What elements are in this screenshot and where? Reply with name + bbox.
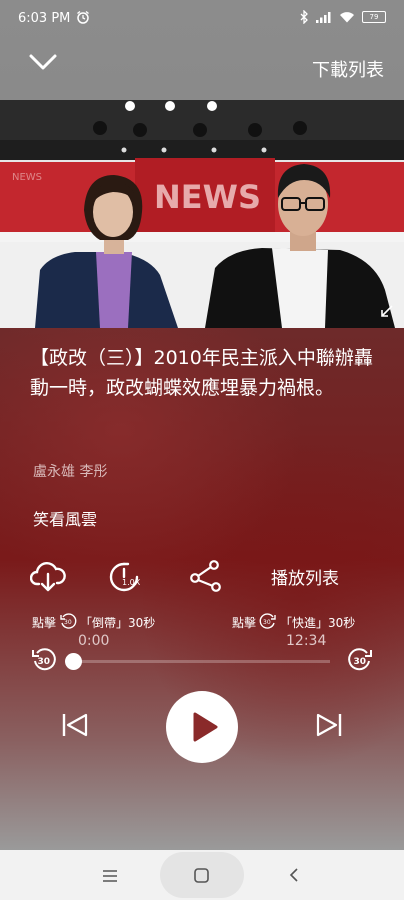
- bluetooth-icon: [300, 10, 308, 24]
- signal-icon: [316, 12, 331, 23]
- news-backdrop-text: NEWS: [154, 178, 261, 216]
- forward-30-button[interactable]: 30: [346, 646, 374, 678]
- svg-text:30: 30: [64, 619, 72, 626]
- video-player[interactable]: NEWS NEWS: [0, 100, 404, 328]
- episode-authors: 盧永雄 李彤: [33, 464, 108, 480]
- news-backdrop-small-text: NEWS: [12, 172, 42, 183]
- play-button[interactable]: [166, 691, 238, 763]
- next-track-icon[interactable]: [314, 712, 344, 742]
- progress-thumb[interactable]: [65, 653, 82, 670]
- share-icon[interactable]: [189, 560, 223, 596]
- forward-hint-text: 「快進」30秒: [280, 616, 356, 630]
- svg-text:30: 30: [263, 619, 271, 626]
- home-icon: [194, 868, 209, 883]
- top-bar: 下載列表: [0, 38, 404, 100]
- player-screen: 6:03 PM 79 下載列表 NEWS NEWS 【政改（三）】2010年民主…: [0, 0, 404, 900]
- clock: 6:03 PM: [18, 11, 71, 26]
- current-time: 0:00: [78, 633, 110, 649]
- status-icons: 79: [300, 10, 386, 24]
- download-list-button[interactable]: 下載列表: [312, 56, 384, 82]
- recent-apps-icon[interactable]: [102, 868, 118, 887]
- svg-text:30: 30: [38, 657, 51, 667]
- progress-track[interactable]: [72, 660, 330, 663]
- svg-text:30: 30: [354, 657, 367, 667]
- battery-icon: 79: [362, 11, 386, 23]
- rewind-30-small-icon: 30: [59, 612, 77, 633]
- rewind-hint: 點擊 30 「倒帶」30秒: [32, 612, 155, 633]
- back-icon[interactable]: [288, 867, 300, 887]
- episode-title: 【政改（三）】2010年民主派入中聯辦轟動一時，政改蝴蝶效應埋暴力禍根。: [30, 347, 373, 399]
- wifi-icon: [340, 12, 354, 23]
- total-duration: 12:34: [286, 633, 327, 649]
- playback-speed-label: 1.0X: [122, 578, 141, 587]
- home-button[interactable]: [160, 852, 244, 898]
- forward-hint-prefix: 點擊: [232, 616, 257, 630]
- playlist-button[interactable]: 播放列表: [271, 564, 339, 589]
- rewind-hint-text: 「倒帶」30秒: [80, 616, 156, 630]
- rewind-30-button[interactable]: 30: [30, 646, 58, 678]
- system-nav-bar: [0, 850, 404, 900]
- chevron-down-icon[interactable]: [28, 52, 58, 76]
- minimize-video-icon[interactable]: [378, 304, 394, 324]
- rewind-hint-prefix: 點擊: [32, 616, 57, 630]
- download-icon[interactable]: [29, 560, 66, 598]
- previous-track-icon[interactable]: [60, 712, 90, 742]
- status-bar: 6:03 PM 79: [0, 0, 404, 38]
- playback-speed-button[interactable]: 1.0X: [108, 560, 146, 598]
- alarm-icon: [76, 10, 90, 28]
- play-icon: [193, 712, 218, 742]
- forward-30-small-icon: 30: [259, 612, 277, 633]
- forward-hint: 點擊 30 「快進」30秒: [232, 612, 355, 633]
- program-name[interactable]: 笑看風雲: [33, 506, 97, 530]
